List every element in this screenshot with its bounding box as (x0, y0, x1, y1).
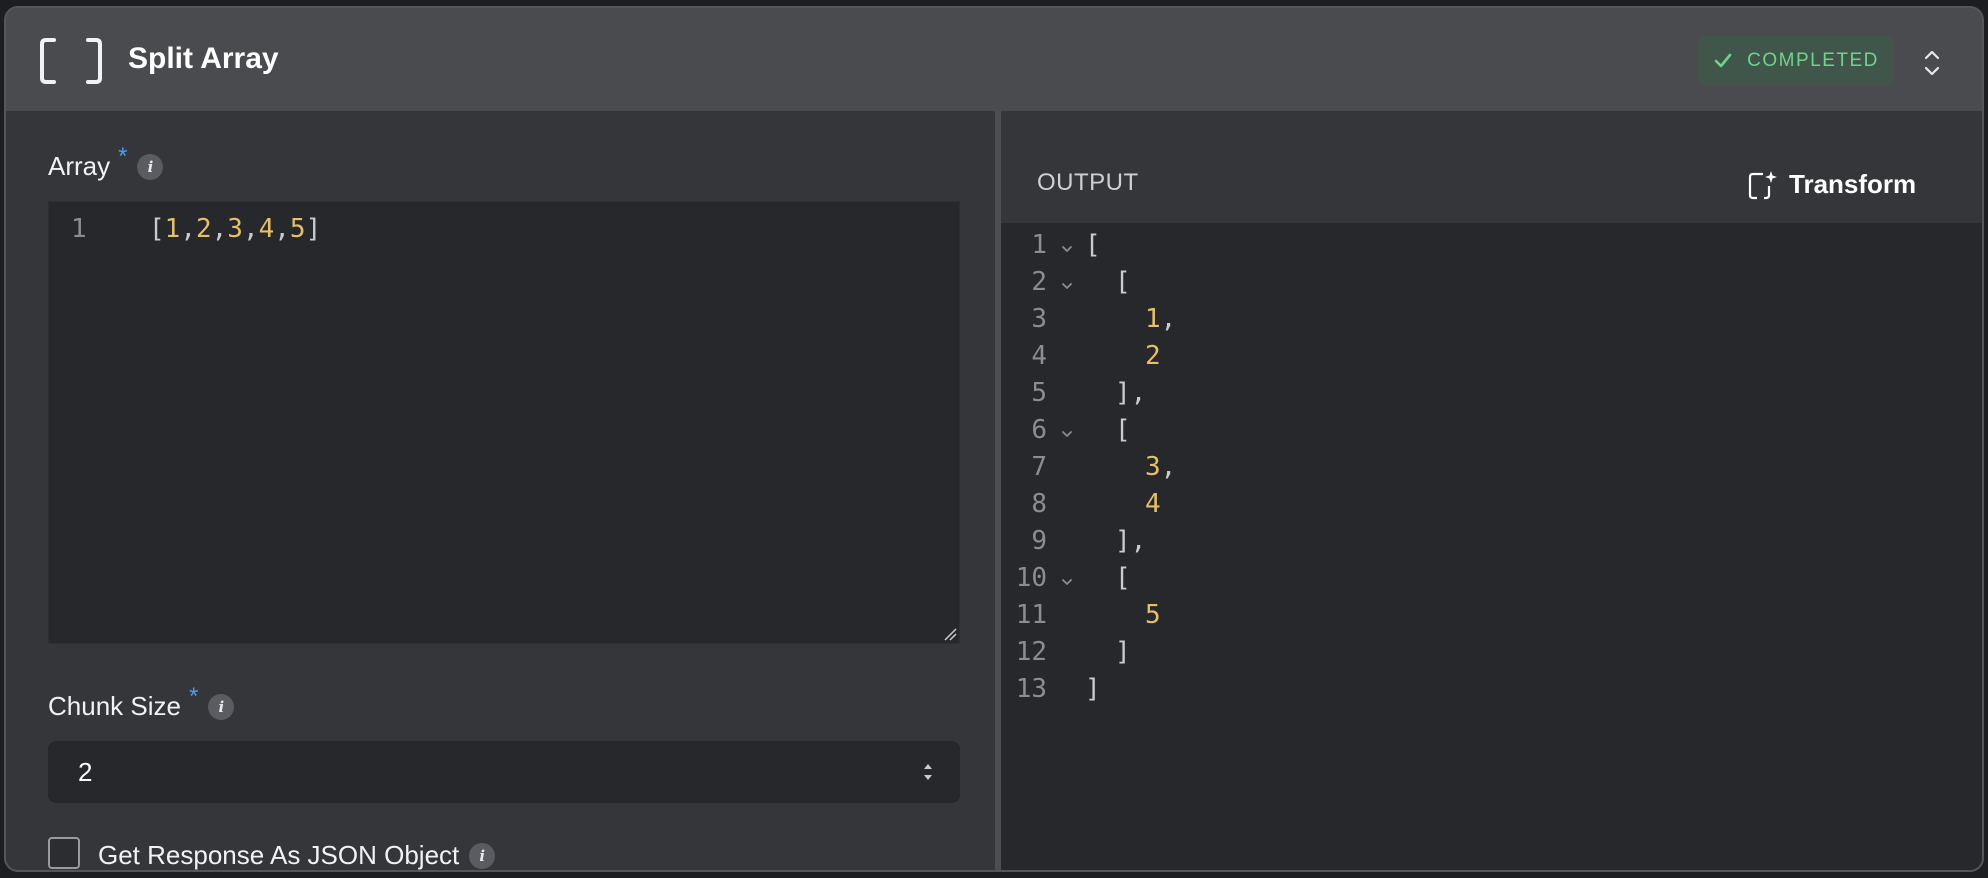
output-code-text: [ (1085, 230, 1101, 260)
line-number: 1 (71, 214, 87, 244)
fold-gutter-spacer (1055, 346, 1081, 366)
output-code-text: ] (1085, 674, 1101, 704)
json-response-checkbox[interactable] (48, 837, 80, 869)
output-code-text: [ (1115, 563, 1131, 593)
output-code-text: 3, (1145, 452, 1177, 482)
chunk-size-label: Chunk Size * i (48, 683, 235, 722)
resize-handle-icon[interactable] (943, 627, 957, 641)
output-code-text: ], (1115, 378, 1147, 408)
line-number: 13 (1015, 674, 1047, 704)
array-code-text: [1,2,3,4,5] (149, 214, 322, 244)
output-line: 11 5 (1001, 597, 1161, 633)
output-code-text: [ (1115, 267, 1131, 297)
input-panel: Array * i 1 [1,2,3,4,5] Chunk Size * i 2 (6, 111, 996, 870)
array-field-label: Array * i (48, 143, 164, 182)
output-line: 6[ (1001, 412, 1131, 448)
line-number: 11 (1015, 600, 1047, 630)
output-code-text: 4 (1145, 489, 1161, 519)
output-line: 42 (1001, 338, 1161, 374)
chunk-size-value: 2 (78, 757, 93, 787)
output-line: 3 1, (1001, 301, 1176, 337)
json-response-label: Get Response As JSON Object i (98, 840, 496, 870)
transform-label: Transform (1789, 169, 1917, 199)
output-line: 1[ (1001, 227, 1101, 263)
line-number: 12 (1015, 637, 1047, 667)
check-icon (1714, 53, 1732, 68)
output-line: 12] (1001, 634, 1131, 670)
line-number: 3 (1031, 304, 1047, 334)
output-code-text: 5 (1145, 600, 1161, 630)
split-array-card: Split Array COMPLETED Array * i 1 [1,2,3… (4, 6, 1984, 872)
fold-gutter-spacer (1055, 605, 1081, 625)
required-marker: * (118, 142, 128, 170)
output-code-text: ], (1115, 526, 1147, 556)
status-text: COMPLETED (1747, 50, 1879, 71)
output-label: OUTPUT (1037, 169, 1139, 196)
card-header[interactable]: Split Array COMPLETED (6, 8, 1982, 113)
output-code-text: 1, (1145, 304, 1177, 334)
array-code-editor[interactable]: 1 [1,2,3,4,5] (48, 201, 960, 644)
chunk-size-select[interactable]: 2 (48, 741, 960, 803)
info-icon[interactable]: i (469, 842, 496, 869)
expand-collapse-icon[interactable] (1922, 48, 1942, 78)
fold-gutter-spacer (1055, 531, 1081, 551)
output-header: OUTPUT Transform (1001, 111, 1982, 223)
transform-sparkle-icon (1748, 170, 1777, 199)
editor-line: 1 [1,2,3,4,5] (71, 214, 321, 244)
line-number: 8 (1031, 489, 1047, 519)
status-badge: COMPLETED (1698, 36, 1894, 86)
fold-gutter-spacer (1055, 679, 1081, 699)
page-title: Split Array (128, 42, 279, 75)
fold-chevron-icon[interactable] (1055, 568, 1081, 588)
line-number: 6 (1031, 415, 1047, 445)
fold-gutter-spacer (1055, 642, 1081, 662)
line-number: 2 (1031, 267, 1047, 297)
output-code-text: [ (1115, 415, 1131, 445)
info-icon[interactable]: i (208, 693, 235, 720)
select-arrows-icon (924, 764, 932, 780)
line-number: 1 (1031, 230, 1047, 260)
output-code-text: ] (1115, 637, 1131, 667)
line-number: 9 (1031, 526, 1047, 556)
transform-button[interactable]: Transform (1747, 169, 1916, 200)
line-number: 7 (1031, 452, 1047, 482)
output-line: 9], (1001, 523, 1146, 559)
fold-chevron-icon[interactable] (1055, 272, 1081, 292)
output-code-text: 2 (1145, 341, 1161, 371)
line-number: 4 (1031, 341, 1047, 371)
output-line: 7 3, (1001, 449, 1176, 485)
fold-gutter-spacer (1055, 383, 1081, 403)
output-line: 2[ (1001, 264, 1131, 300)
brackets-icon (40, 38, 102, 84)
output-panel: OUTPUT Transform 1[2[3 1, 4 2 5], 6[7 3, 8 4 9], 1… (1001, 111, 1982, 870)
output-line: 84 (1001, 486, 1161, 522)
line-number: 5 (1031, 378, 1047, 408)
fold-gutter-spacer (1055, 457, 1081, 477)
output-line: 5], (1001, 375, 1146, 411)
line-number: 10 (1015, 563, 1047, 593)
output-line: 13] (1001, 671, 1101, 707)
fold-gutter-spacer (1055, 309, 1081, 329)
fold-gutter-spacer (1055, 494, 1081, 514)
fold-chevron-icon[interactable] (1055, 235, 1081, 255)
output-code-viewer[interactable]: 1[2[3 1, 4 2 5], 6[7 3, 8 4 9], 10[11 5 12] 13] (1001, 223, 1982, 870)
required-marker: * (188, 682, 199, 710)
info-icon[interactable]: i (137, 153, 164, 180)
fold-chevron-icon[interactable] (1055, 420, 1081, 440)
output-line: 10 [ (1001, 560, 1131, 596)
